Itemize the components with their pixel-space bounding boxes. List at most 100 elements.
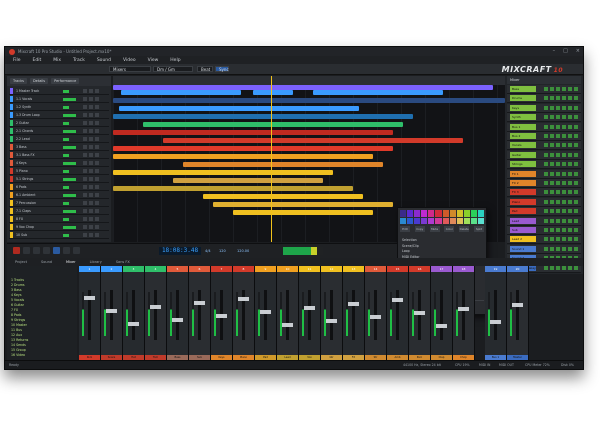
solo-button[interactable] [89, 89, 93, 93]
mute-button[interactable] [83, 97, 87, 101]
color-swatch[interactable] [435, 217, 442, 224]
track-row[interactable]: 3 Bass [9, 144, 109, 151]
preset-select[interactable]: Mixers [109, 66, 151, 72]
row-controls[interactable] [544, 237, 578, 242]
channel-fader-track[interactable] [154, 290, 157, 340]
color-swatch[interactable] [463, 217, 470, 224]
channel-fader-track[interactable] [286, 290, 289, 340]
solo-button[interactable] [89, 153, 93, 157]
solo-button[interactable] [89, 113, 93, 117]
arm-button[interactable] [95, 217, 99, 221]
row-controls[interactable] [544, 209, 578, 214]
channel-fader-track[interactable] [176, 290, 179, 340]
arm-button[interactable] [95, 233, 99, 237]
minimize-icon[interactable]: – [553, 48, 556, 54]
fader-knob[interactable] [348, 302, 359, 306]
track-row[interactable]: 1.3 Drum Loop [9, 112, 109, 119]
arm-button[interactable] [95, 161, 99, 165]
arm-button[interactable] [95, 113, 99, 117]
fader-knob[interactable] [436, 324, 447, 328]
ctx-icon-mute[interactable]: Mute [429, 226, 440, 232]
solo-button[interactable] [89, 105, 93, 109]
tempo-display[interactable]: 120 [219, 247, 226, 255]
tab-performance[interactable]: Performance [51, 78, 80, 84]
fader-knob[interactable] [172, 318, 183, 322]
record-button[interactable] [13, 247, 20, 254]
track-row[interactable]: 5 Piano [9, 168, 109, 175]
inspector-row[interactable]: FX 2 [507, 179, 581, 188]
color-swatch[interactable] [428, 217, 435, 224]
solo-button[interactable] [89, 225, 93, 229]
row-controls[interactable] [544, 218, 578, 223]
inspector-row[interactable]: Lead 2 [507, 235, 581, 245]
solo-button[interactable] [89, 169, 93, 173]
menu-view[interactable]: View [148, 58, 159, 63]
solo-button[interactable] [89, 209, 93, 213]
audio-clip[interactable] [183, 162, 383, 167]
browser-item[interactable]: 10 Master [11, 323, 27, 327]
arm-button[interactable] [95, 209, 99, 213]
mute-button[interactable] [83, 177, 87, 181]
mute-button[interactable] [83, 201, 87, 205]
meter-display[interactable]: 4/4 [205, 247, 211, 255]
color-swatch[interactable] [428, 210, 435, 217]
channel-fader-track[interactable] [264, 290, 267, 340]
fader-knob[interactable] [458, 307, 469, 311]
inspector-row[interactable]: Keys [507, 103, 581, 113]
color-swatch[interactable] [400, 217, 407, 224]
solo-button[interactable] [89, 97, 93, 101]
color-swatch[interactable] [449, 217, 456, 224]
arm-button[interactable] [95, 89, 99, 93]
track-row[interactable]: 1 Master Track [9, 88, 109, 95]
channel-fader-track[interactable] [494, 290, 497, 340]
browser-item[interactable]: 13 Returns [11, 338, 28, 342]
color-swatch[interactable] [456, 217, 463, 224]
inspector-row[interactable]: Bass [507, 85, 581, 94]
arm-button[interactable] [95, 169, 99, 173]
menu-file[interactable]: File [13, 58, 21, 63]
browser-item[interactable]: 5 Vocals [11, 298, 24, 302]
tab-project[interactable]: Project [15, 258, 27, 266]
row-controls[interactable] [544, 190, 578, 195]
fader-knob[interactable] [512, 303, 523, 307]
track-row[interactable]: 9 Vox Chop [9, 224, 109, 231]
channel-fader-track[interactable] [132, 290, 135, 340]
audio-clip[interactable] [113, 146, 393, 151]
fader-knob[interactable] [216, 314, 227, 318]
browser-item[interactable]: 16 Video [11, 353, 25, 357]
fader-knob[interactable] [106, 309, 117, 313]
color-swatch[interactable] [400, 210, 407, 217]
menu-edit[interactable]: Edit [33, 58, 42, 63]
ctx-icon-delete[interactable]: Delete [459, 226, 470, 232]
channel-fader-track[interactable] [516, 290, 519, 340]
mute-button[interactable] [83, 217, 87, 221]
solo-button[interactable] [89, 217, 93, 221]
fader-knob[interactable] [370, 315, 381, 319]
fader-knob[interactable] [194, 301, 205, 305]
color-swatch[interactable] [456, 210, 463, 217]
color-swatch[interactable] [414, 210, 421, 217]
channel-fader-track[interactable] [198, 290, 201, 340]
arm-button[interactable] [95, 137, 99, 141]
mute-button[interactable] [83, 137, 87, 141]
mute-button[interactable] [83, 185, 87, 189]
ctx-icon-split[interactable]: Split [473, 226, 484, 232]
row-controls[interactable] [544, 171, 578, 176]
audio-clip[interactable] [143, 122, 403, 127]
fader-knob[interactable] [392, 298, 403, 302]
arm-button[interactable] [95, 185, 99, 189]
audio-clip[interactable] [113, 170, 333, 175]
menu-sound[interactable]: Sound [97, 58, 111, 63]
track-row[interactable]: 2.1 Chords [9, 128, 109, 135]
audio-clip[interactable] [113, 130, 393, 135]
track-row[interactable]: 2.2 Lead [9, 136, 109, 143]
solo-button[interactable] [89, 193, 93, 197]
track-row[interactable]: 2 Guitar [9, 120, 109, 127]
solo-button[interactable] [89, 201, 93, 205]
browser-item[interactable]: 12 Aux [11, 333, 22, 337]
tab-details[interactable]: Details [29, 78, 49, 84]
color-swatch[interactable] [421, 210, 428, 217]
color-swatch[interactable] [477, 217, 484, 224]
solo-button[interactable] [89, 177, 93, 181]
color-swatch[interactable] [421, 217, 428, 224]
